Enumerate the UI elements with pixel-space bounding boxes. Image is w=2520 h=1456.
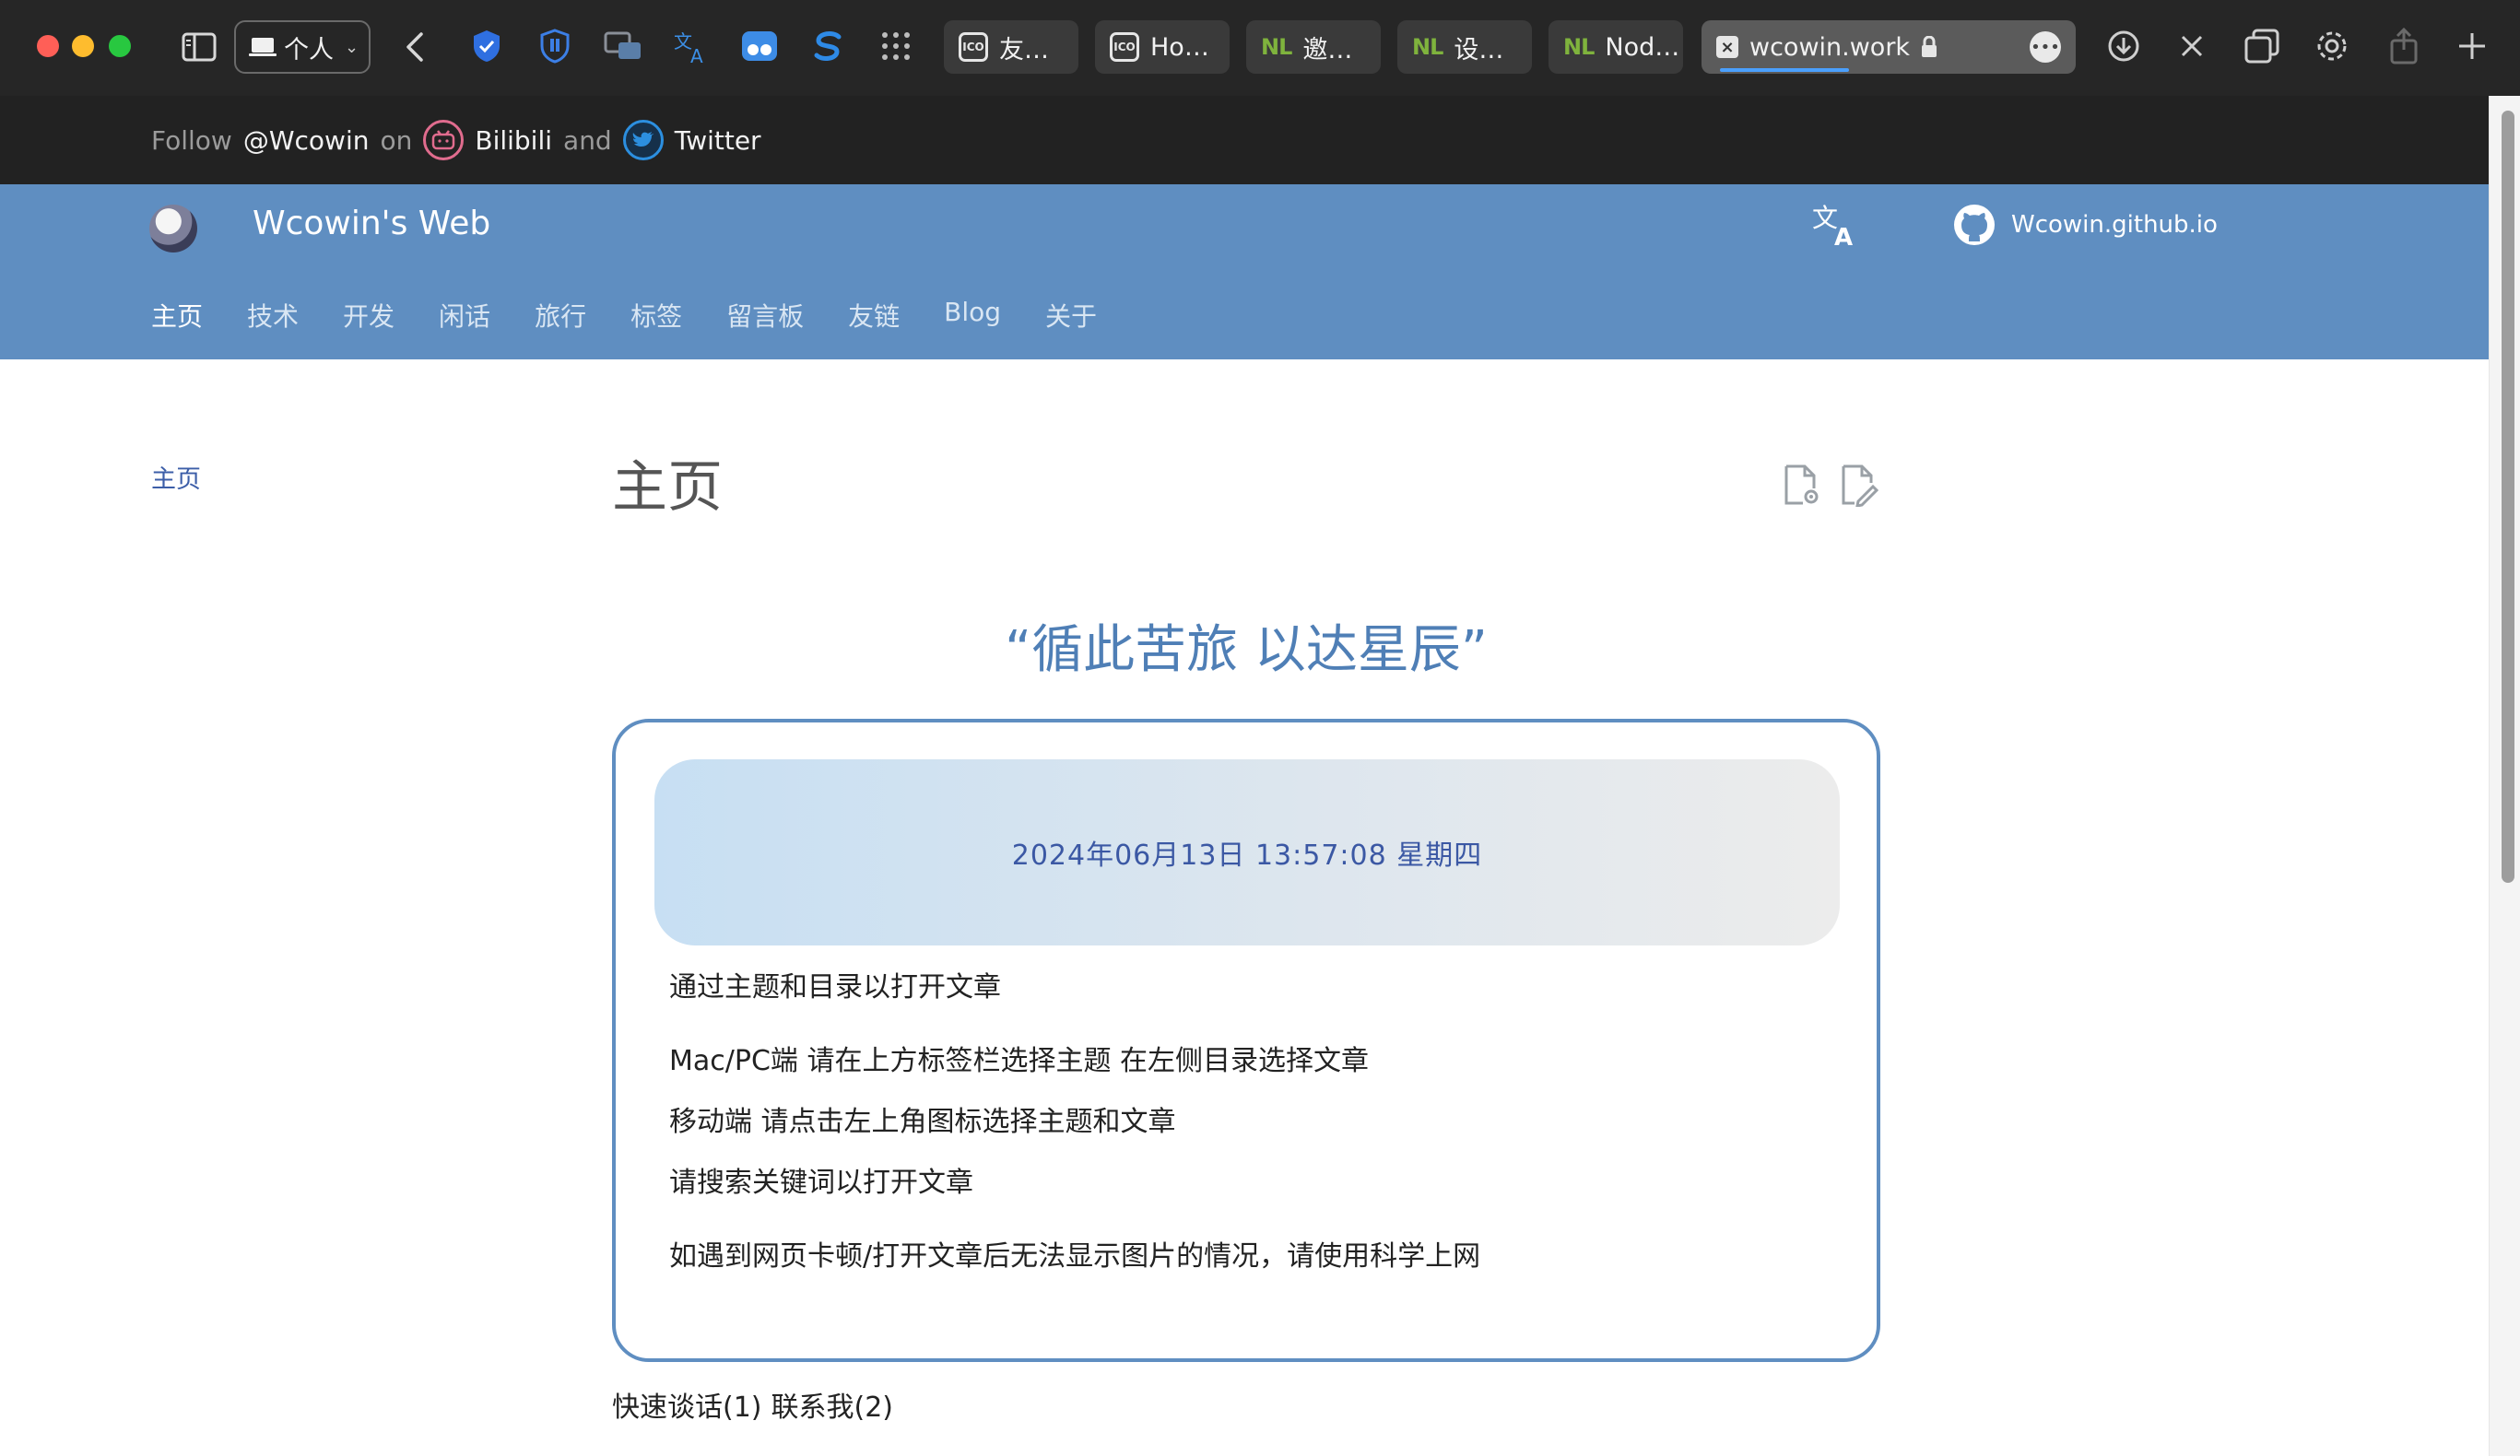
share-icon[interactable] [2384,26,2424,66]
cookie-extension-icon[interactable] [739,26,780,66]
site-title[interactable]: Wcowin's Web [253,205,490,242]
list-item: 通过主题和目录以打开文章 [669,971,1001,1004]
nav-item-friends[interactable]: 友链 [848,297,900,334]
list-item: 如遇到网页卡顿/打开文章后无法显示图片的情况，请使用科学上网 [669,1240,1481,1273]
follow-bar: Follow @Wcowin on Bilibili and Twitter [0,96,2489,184]
sidebar-item-home[interactable]: 主页 [151,459,201,495]
twitter-link[interactable]: Twitter [675,125,761,156]
main-content: 主页 [612,442,1880,523]
nav-item-tech[interactable]: 技术 [247,297,299,334]
browser-tab[interactable]: NL 设… [1397,20,1532,74]
scrollbar-thumb[interactable] [2502,111,2514,883]
info-card: 2024年06月13日 13:57:08 星期四 通过主题和目录以打开文章 Ma… [612,719,1880,1362]
tab-overview-icon[interactable] [2242,26,2282,66]
nl-favicon-icon: NL [1261,34,1292,60]
web-page: Follow @Wcowin on Bilibili and Twitter W… [0,96,2489,1456]
browser-tab-active[interactable]: × wcowin.work ••• [1702,20,2076,74]
download-icon[interactable] [2103,26,2144,66]
shield-check-extension-icon[interactable] [466,26,507,66]
ico-favicon-icon: ICO [1110,32,1139,62]
and-text: and [563,124,612,156]
github-label: Wcowin.github.io [2011,211,2218,239]
translate-extension-icon[interactable]: 文A [671,26,712,66]
nav-item-guestbook[interactable]: 留言板 [726,297,804,334]
back-arrow-icon[interactable] [398,24,431,70]
picture-in-picture-extension-icon[interactable] [603,26,643,66]
site-avatar[interactable] [149,205,197,252]
tab-loading-indicator [1720,68,1849,72]
tab-label: wcowin.work [1749,32,1911,62]
laptop-icon [249,38,277,56]
nav-item-dev[interactable]: 开发 [343,297,394,334]
svg-text:文: 文 [674,30,692,53]
list-item: Mac/PC端 请在上方标签栏选择主题 在左侧目录选择文章 [669,1045,1369,1077]
nav-item-chat[interactable]: 闲话 [439,297,490,334]
lock-icon [1922,36,1937,57]
profile-label: 个人 [284,35,334,65]
footer-links: 快速谈话(1) 联系我(2) [612,1384,893,1425]
nav-item-about[interactable]: 关于 [1045,297,1097,334]
nl-favicon-icon: NL [1563,34,1595,60]
tab-label: 友… [999,35,1049,65]
contact-link[interactable]: 联系我(2) [771,1384,894,1425]
nav-item-travel[interactable]: 旅行 [535,297,586,334]
close-window-button[interactable] [37,35,59,57]
list-item: 请搜索关键词以打开文章 [669,1167,973,1199]
nav-item-blog[interactable]: Blog [944,297,1001,334]
ico-favicon-icon: ICO [959,32,988,62]
github-icon [1954,205,1995,245]
new-tab-plus-icon[interactable] [2452,26,2492,66]
bilibili-link[interactable]: Bilibili [475,125,552,156]
list-item: 移动端 请点击左上角图标选择主题和文章 [669,1106,1176,1138]
profile-switcher[interactable]: 个人 ⌄ [234,20,371,74]
tab-label: 设… [1454,35,1504,65]
apps-grid-icon[interactable] [876,26,916,66]
quick-chat-link[interactable]: 快速谈话(1) [612,1384,762,1425]
browser-tab[interactable]: ICO Ho… [1095,20,1230,74]
settings-gear-icon[interactable] [2312,26,2352,66]
handle-link[interactable]: @Wcowin [243,125,370,156]
github-repo-link[interactable]: Wcowin.github.io [1952,203,2218,247]
browser-tab[interactable]: ICO 友… [944,20,1078,74]
on-text: on [380,124,413,156]
instruction-list: 通过主题和目录以打开文章 Mac/PC端 请在上方标签栏选择主题 在左侧目录选择… [669,964,1480,1294]
bitwarden-extension-icon[interactable] [535,26,575,66]
zoom-window-button[interactable] [109,35,131,57]
page-title: 主页 [612,455,723,520]
bilibili-icon[interactable] [423,120,465,160]
nav-item-home[interactable]: 主页 [151,297,203,334]
more-options-icon[interactable]: ••• [2030,31,2061,63]
nl-favicon-icon: NL [1412,34,1443,60]
translate-icon[interactable]: 文A [1812,201,1860,252]
page-actions [1783,464,1879,511]
svg-text:A: A [1834,224,1853,249]
chevron-down-icon: ⌄ [345,37,359,57]
browser-tab[interactable]: NL Nod… [1549,20,1683,74]
browser-tab[interactable]: NL 邀… [1246,20,1381,74]
sidebar-toggle-icon[interactable] [179,24,219,70]
tab-label: 邀… [1302,35,1353,65]
hero-quote: “循此苦旅 以达星辰” [1005,620,1488,680]
tab-label: Ho… [1150,32,1209,62]
site-header: Wcowin's Web 文A Wcowin.github.io 主页 技术 开… [0,184,2489,359]
follow-text: Follow [151,124,232,156]
top-navigation: 主页 技术 开发 闲话 旅行 标签 留言板 友链 Blog 关于 [151,297,1097,334]
datetime-display: 2024年06月13日 13:57:08 星期四 [654,759,1840,945]
sider-extension-icon[interactable] [807,26,848,66]
view-source-icon[interactable] [1783,464,1821,511]
twitter-icon[interactable] [622,120,664,160]
edit-page-icon[interactable] [1840,464,1879,511]
svg-text:A: A [690,45,703,65]
browser-titlebar: 个人 ⌄ 文A ICO 友… ICO Ho… NL 邀… NL 设… NL No… [0,0,2520,96]
tab-label: Nod… [1605,32,1680,62]
minimize-window-button[interactable] [72,35,94,57]
nav-item-tags[interactable]: 标签 [630,297,682,334]
site-favicon-icon: × [1716,36,1738,58]
close-tab-icon[interactable] [2172,26,2212,66]
